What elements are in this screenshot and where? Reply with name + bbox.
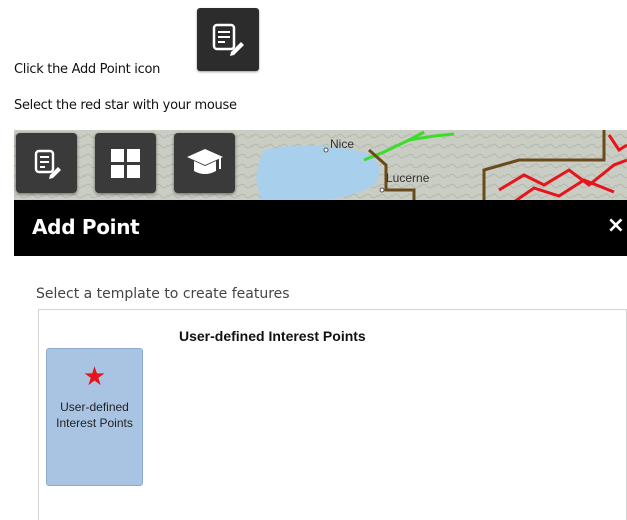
layers-button[interactable] <box>174 133 235 193</box>
template-tile-label: User-defined Interest Points <box>56 400 133 430</box>
map-label-nice: Nice <box>330 137 354 151</box>
map-label-lucerne: Lucerne <box>386 171 430 185</box>
graduation-cap-icon <box>174 149 235 197</box>
template-picker: User-defined Interest Points ★ User-defi… <box>38 309 627 520</box>
basemap-gallery-button[interactable] <box>95 133 156 193</box>
instruction-step-2: Select the red star with your mouse <box>14 98 237 113</box>
add-point-icon <box>197 8 259 71</box>
template-group-title: User-defined Interest Points <box>179 328 366 344</box>
edit-list-icon <box>16 149 77 197</box>
panel-header: Add Point × <box>14 200 627 256</box>
template-tile-interest-points[interactable]: ★ User-defined Interest Points <box>46 348 143 486</box>
close-icon[interactable]: × <box>607 213 625 238</box>
panel-title: Add Point <box>32 215 140 239</box>
instruction-step-1: Click the Add Point icon <box>14 62 161 77</box>
red-star-icon: ★ <box>82 361 107 391</box>
template-hint: Select a template to create features <box>36 286 290 302</box>
add-point-button[interactable] <box>16 133 77 193</box>
panel-body: Select a template to create features Use… <box>14 256 627 520</box>
grid-icon <box>95 149 156 197</box>
